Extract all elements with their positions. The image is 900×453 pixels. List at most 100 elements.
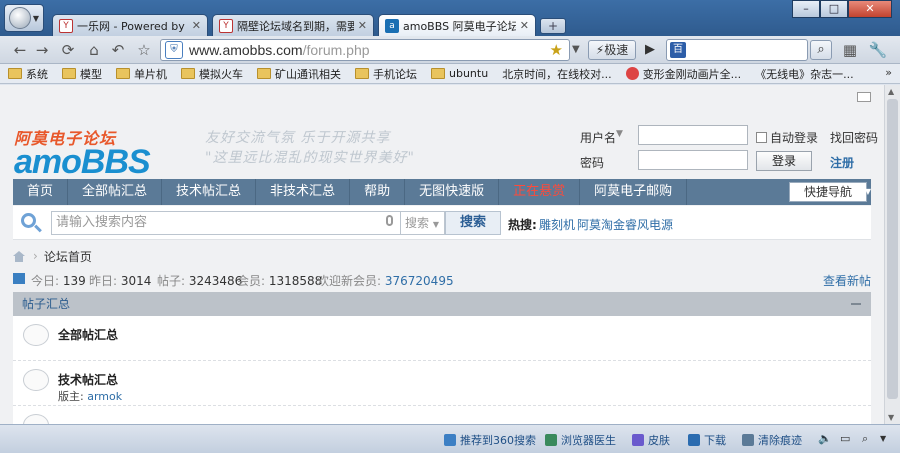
favorite-star-icon[interactable]: ☆	[134, 40, 154, 60]
nav-item-text-only[interactable]: 无图快速版	[405, 179, 500, 205]
bookmark-item[interactable]: 模型	[62, 66, 102, 82]
forum-stats: 今日: 139 昨日: 3014 帖子: 3243486 会员: 1318588…	[13, 271, 871, 289]
scroll-up-icon[interactable]: ▲	[888, 87, 894, 96]
bookmarks-more-button[interactable]: »	[885, 66, 892, 79]
clear-traces-button[interactable]: 清除痕迹	[742, 432, 802, 448]
address-bar[interactable]: ⛨ www.amobbs.com/forum.php ★	[160, 39, 570, 61]
register-link[interactable]: 注册	[830, 154, 854, 171]
home-icon[interactable]	[13, 250, 25, 262]
username-label: 用户名	[580, 131, 617, 145]
password-input[interactable]	[638, 150, 748, 170]
forward-icon[interactable]: →	[32, 40, 52, 60]
moderator-link[interactable]: armok	[87, 390, 122, 403]
nav-item-mail-order[interactable]: 阿莫电子邮购	[580, 179, 688, 205]
tab-close-icon[interactable]: ✕	[520, 19, 529, 32]
download-button[interactable]: 下载	[688, 432, 726, 448]
bookmark-item[interactable]: 模拟火车	[181, 66, 243, 82]
forum-row[interactable]: 全部帖汇总	[13, 316, 871, 361]
nav-item-help[interactable]: 帮助	[350, 179, 406, 205]
minimize-button[interactable]: –	[792, 0, 820, 18]
forum-row[interactable]	[13, 406, 871, 424]
bookmark-item[interactable]: 系统	[8, 66, 48, 82]
browser-menu-button[interactable]: ▼	[4, 4, 44, 32]
forum-name[interactable]: 技术帖汇总	[58, 371, 118, 388]
bookmark-star-icon[interactable]: ★	[550, 41, 563, 59]
volume-icon[interactable]: 🔈	[818, 432, 832, 445]
undo-close-tab-icon[interactable]: ↶	[108, 40, 128, 60]
search-type-select[interactable]: 搜索 ▼	[401, 211, 445, 235]
site-logo[interactable]: 阿莫电子论坛 amoBBS	[14, 125, 214, 179]
address-url[interactable]: www.amobbs.com/forum.php	[189, 42, 370, 58]
remember-label: 自动登录	[770, 131, 819, 145]
tab-neighbor-forum[interactable]: Y 隔壁论坛域名到期，需要选 ✕	[212, 14, 374, 36]
hot-search-link[interactable]: 睿风电源	[625, 216, 673, 233]
forum-search-input[interactable]: 请输入搜索内容	[51, 211, 401, 235]
chevron-down-icon[interactable]: ▼	[880, 434, 886, 443]
microphone-icon[interactable]	[386, 215, 393, 226]
search-engine-icon[interactable]: 百	[670, 42, 686, 58]
bookmark-item[interactable]: 《无线电》杂志一...	[0, 66, 854, 162]
nav-item-bounty[interactable]: 正在悬赏	[499, 179, 581, 205]
remember-checkbox[interactable]	[756, 132, 767, 143]
forum-bubble-icon	[23, 414, 49, 424]
page-tool-icon[interactable]	[857, 92, 871, 102]
chevron-down-icon[interactable]: ▼	[616, 129, 623, 139]
section-title[interactable]: 帖子汇总	[22, 297, 70, 311]
forum-name[interactable]: 全部帖汇总	[58, 326, 118, 343]
browser-search-input[interactable]: 百	[666, 39, 808, 61]
bookmark-item[interactable]: 北京时间，在线校对...	[0, 66, 612, 162]
username-input[interactable]	[638, 125, 748, 145]
nav-item-non-tech[interactable]: 非技术汇总	[256, 179, 351, 205]
bookmark-item[interactable]: 矿山通讯相关	[257, 66, 341, 82]
nav-item-home[interactable]: 首页	[13, 179, 69, 205]
find-password-link[interactable]: 找回密码	[830, 129, 878, 146]
page-scrollbar[interactable]: ▲ ▼	[884, 85, 900, 424]
tools-wrench-icon[interactable]: 🔧	[868, 40, 888, 60]
back-icon[interactable]: ←	[10, 40, 30, 60]
forum-search-button[interactable]: 搜索	[445, 211, 501, 235]
skin-button[interactable]: 皮肤	[632, 432, 670, 448]
bookmark-item[interactable]: 单片机	[116, 66, 167, 82]
scroll-down-icon[interactable]: ▼	[888, 413, 894, 422]
section-header[interactable]: 帖子汇总	[13, 292, 871, 316]
hot-search-link[interactable]: 阿莫淘金	[577, 216, 625, 233]
browser-doctor[interactable]: 浏览器医生	[545, 432, 616, 448]
tab-close-icon[interactable]: ✕	[192, 19, 201, 32]
nav-item-all-posts[interactable]: 全部帖汇总	[68, 179, 163, 205]
bookmark-item[interactable]: 手机论坛	[355, 66, 417, 82]
forum-bubble-icon	[23, 324, 49, 346]
refresh-icon[interactable]: ⟳	[58, 40, 78, 60]
forum-row[interactable]: 技术帖汇总 版主: armok	[13, 361, 871, 406]
view-new-posts-link[interactable]: 查看新帖	[823, 272, 871, 289]
home-icon[interactable]: ⌂	[84, 40, 104, 60]
breadcrumb-current[interactable]: 论坛首页	[44, 248, 92, 265]
bookmark-item[interactable]: ubuntu	[431, 67, 488, 80]
play-icon[interactable]: ▶	[640, 40, 660, 60]
maximize-button[interactable]: □	[820, 0, 848, 18]
quick-nav-button[interactable]: 快捷导航 ▼	[789, 182, 871, 202]
bookmark-item[interactable]: 变形金刚动画片全...	[625, 66, 741, 82]
apps-grid-icon[interactable]: ▦	[840, 40, 860, 60]
broom-icon	[742, 434, 754, 446]
tab-close-icon[interactable]: ✕	[358, 19, 367, 32]
zoom-icon[interactable]: ⌕	[862, 432, 868, 446]
nav-item-tech-posts[interactable]: 技术帖汇总	[162, 179, 257, 205]
collapse-icon[interactable]	[851, 303, 861, 305]
monitor-icon[interactable]: ▭	[840, 432, 850, 445]
security-shield-icon[interactable]: ⛨	[165, 41, 183, 59]
address-dropdown-icon[interactable]: ▼	[572, 44, 580, 55]
download-icon	[688, 434, 700, 446]
tab-amobbs[interactable]: a amoBBS 阿莫电子论坛 首页 ✕	[378, 14, 536, 36]
login-button[interactable]: 登录	[756, 151, 812, 171]
scrollbar-thumb[interactable]	[887, 99, 898, 399]
close-window-button[interactable]: ✕	[848, 0, 892, 18]
new-member-link[interactable]: 376720495	[385, 274, 454, 288]
recommend-360-search[interactable]: 推荐到360搜索	[444, 432, 536, 448]
breadcrumb: › 论坛首页	[13, 248, 92, 264]
new-tab-button[interactable]: +	[540, 18, 566, 34]
speed-mode-button[interactable]: ⚡极速	[588, 40, 636, 60]
bookmarks-bar: 系统 模型 单片机 模拟火车 矿山通讯相关 手机论坛 ubuntu 北京时间，在…	[0, 64, 900, 162]
hot-search-link[interactable]: 雕刻机	[539, 216, 575, 233]
tab-yile[interactable]: Y 一乐网 - Powered by Dis ✕	[52, 14, 208, 36]
search-icon[interactable]: ⌕	[810, 40, 832, 60]
